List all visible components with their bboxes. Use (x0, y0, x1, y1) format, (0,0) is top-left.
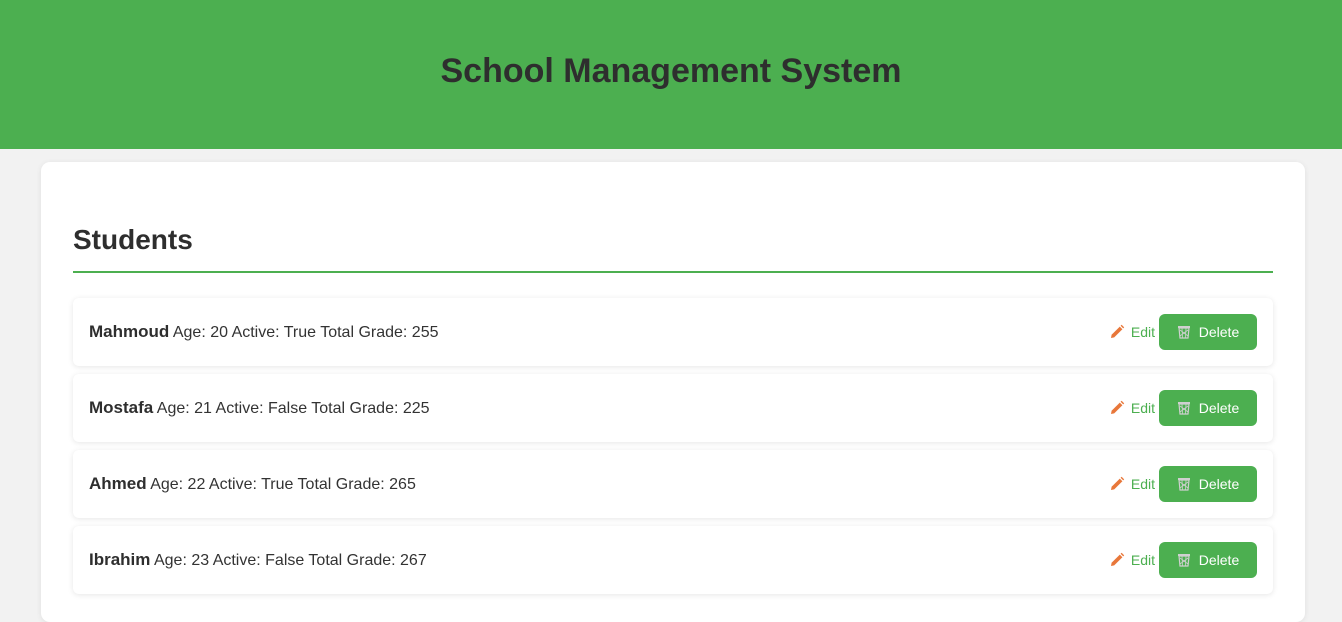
student-info: Ahmed Age: 22 Active: True Total Grade: … (89, 474, 416, 494)
delete-button[interactable]: Delete (1159, 542, 1257, 578)
pencil-icon (1109, 400, 1125, 416)
delete-label: Delete (1198, 476, 1240, 492)
edit-label: Edit (1130, 552, 1155, 568)
section-title: Students (73, 224, 193, 255)
edit-label: Edit (1130, 476, 1155, 492)
pencil-icon (1109, 552, 1125, 568)
delete-button[interactable]: Delete (1159, 390, 1257, 426)
students-card: Students Mahmoud Age: 20 Active: True To… (41, 162, 1305, 622)
delete-label: Delete (1198, 400, 1240, 416)
delete-label: Delete (1198, 552, 1240, 568)
edit-button[interactable]: Edit (1109, 472, 1155, 496)
page-title: School Management System (440, 52, 902, 90)
page-header: School Management System (0, 0, 1342, 149)
section-divider (73, 271, 1273, 273)
edit-label: Edit (1130, 324, 1155, 340)
student-details: Age: 22 Active: True Total Grade: 265 (150, 476, 416, 493)
student-row: Mostafa Age: 21 Active: False Total Grad… (73, 374, 1273, 442)
wastebasket-icon (1177, 325, 1191, 339)
student-details: Age: 23 Active: False Total Grade: 267 (153, 552, 427, 569)
edit-button[interactable]: Edit (1109, 320, 1155, 344)
student-details: Age: 21 Active: False Total Grade: 225 (156, 400, 430, 417)
student-info: Mahmoud Age: 20 Active: True Total Grade… (89, 322, 439, 342)
delete-label: Delete (1198, 324, 1240, 340)
wastebasket-icon (1177, 477, 1191, 491)
edit-button[interactable]: Edit (1109, 396, 1155, 420)
row-actions: Edit Delete (1109, 542, 1257, 578)
student-info: Ibrahim Age: 23 Active: False Total Grad… (89, 550, 427, 570)
student-row: Ibrahim Age: 23 Active: False Total Grad… (73, 526, 1273, 594)
edit-label: Edit (1130, 400, 1155, 416)
student-list: Mahmoud Age: 20 Active: True Total Grade… (73, 298, 1273, 602)
edit-button[interactable]: Edit (1109, 548, 1155, 572)
wastebasket-icon (1177, 401, 1191, 415)
row-actions: Edit Delete (1109, 390, 1257, 426)
delete-button[interactable]: Delete (1159, 314, 1257, 350)
student-name: Ibrahim (89, 550, 151, 569)
wastebasket-icon (1177, 553, 1191, 567)
student-row: Mahmoud Age: 20 Active: True Total Grade… (73, 298, 1273, 366)
student-row: Ahmed Age: 22 Active: True Total Grade: … (73, 450, 1273, 518)
row-actions: Edit Delete (1109, 466, 1257, 502)
student-info: Mostafa Age: 21 Active: False Total Grad… (89, 398, 430, 418)
student-details: Age: 20 Active: True Total Grade: 255 (172, 324, 439, 341)
pencil-icon (1109, 324, 1125, 340)
student-name: Mahmoud (89, 322, 170, 341)
student-name: Ahmed (89, 474, 147, 493)
pencil-icon (1109, 476, 1125, 492)
student-name: Mostafa (89, 398, 154, 417)
row-actions: Edit Delete (1109, 314, 1257, 350)
delete-button[interactable]: Delete (1159, 466, 1257, 502)
